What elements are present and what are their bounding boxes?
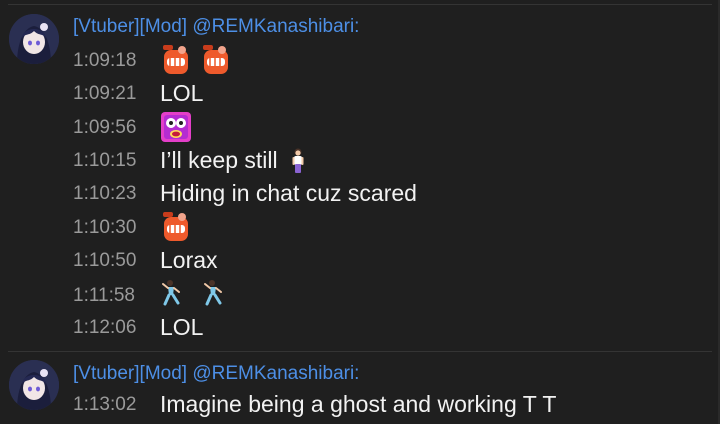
chat-line: 1:09:21 LOL [0,77,720,110]
timestamp: 1:09:56 [73,117,137,138]
author-name[interactable]: [Vtuber][Mod] @REMKanashibari: [73,362,359,386]
message-text [160,111,192,143]
fist-emote-icon [200,44,232,76]
timestamp: 1:12:06 [73,317,137,338]
message-text [160,44,232,76]
chat-line: 1:09:18 [0,44,720,77]
message-text [160,279,226,307]
chat-line: 1:12:06 LOL [0,311,720,344]
scream-emote-icon [160,111,192,143]
timestamp: 1:09:18 [73,50,137,71]
fist-emote-icon [160,44,192,76]
message-text: Hiding in chat cuz scared [160,180,417,206]
chat-line: 1:13:02 Imagine being a ghost and workin… [0,388,720,421]
chat-line: 1:10:15 I’ll keep still [0,144,720,177]
chat-message-group: [Vtuber][Mod] @REMKanashibari: 1:09:18 1… [0,0,720,348]
fist-emote-icon [160,211,192,243]
dancing-icon [160,279,184,307]
chat-line: 1:10:30 [0,211,720,244]
message-body: I’ll keep still [160,147,278,173]
timestamp: 1:10:23 [73,183,137,204]
message-text [160,211,192,243]
message-text: I’ll keep still [160,144,310,177]
timestamp: 1:13:02 [73,394,137,415]
chat-line: 1:10:50 Lorax [0,244,720,277]
timestamp: 1:10:50 [73,250,137,271]
timestamp: 1:10:15 [73,150,137,171]
author-name[interactable]: [Vtuber][Mod] @REMKanashibari: [73,15,359,39]
message-text: LOL [160,80,204,106]
message-text: Imagine being a ghost and working T T [160,391,557,417]
standing-person-icon [286,147,310,175]
message-text: LOL [160,314,204,340]
timestamp: 1:11:58 [73,285,135,306]
dancing-icon [202,279,226,307]
chat-message-group: [Vtuber][Mod] @REMKanashibari: 1:13:02 I… [0,352,720,424]
chat-line: 1:09:56 [0,111,720,144]
timestamp: 1:09:21 [73,83,137,104]
message-text: Lorax [160,247,218,273]
chat-line: 1:11:58 [0,279,720,312]
chat-line: 1:10:23 Hiding in chat cuz scared [0,177,720,210]
timestamp: 1:10:30 [73,217,137,238]
